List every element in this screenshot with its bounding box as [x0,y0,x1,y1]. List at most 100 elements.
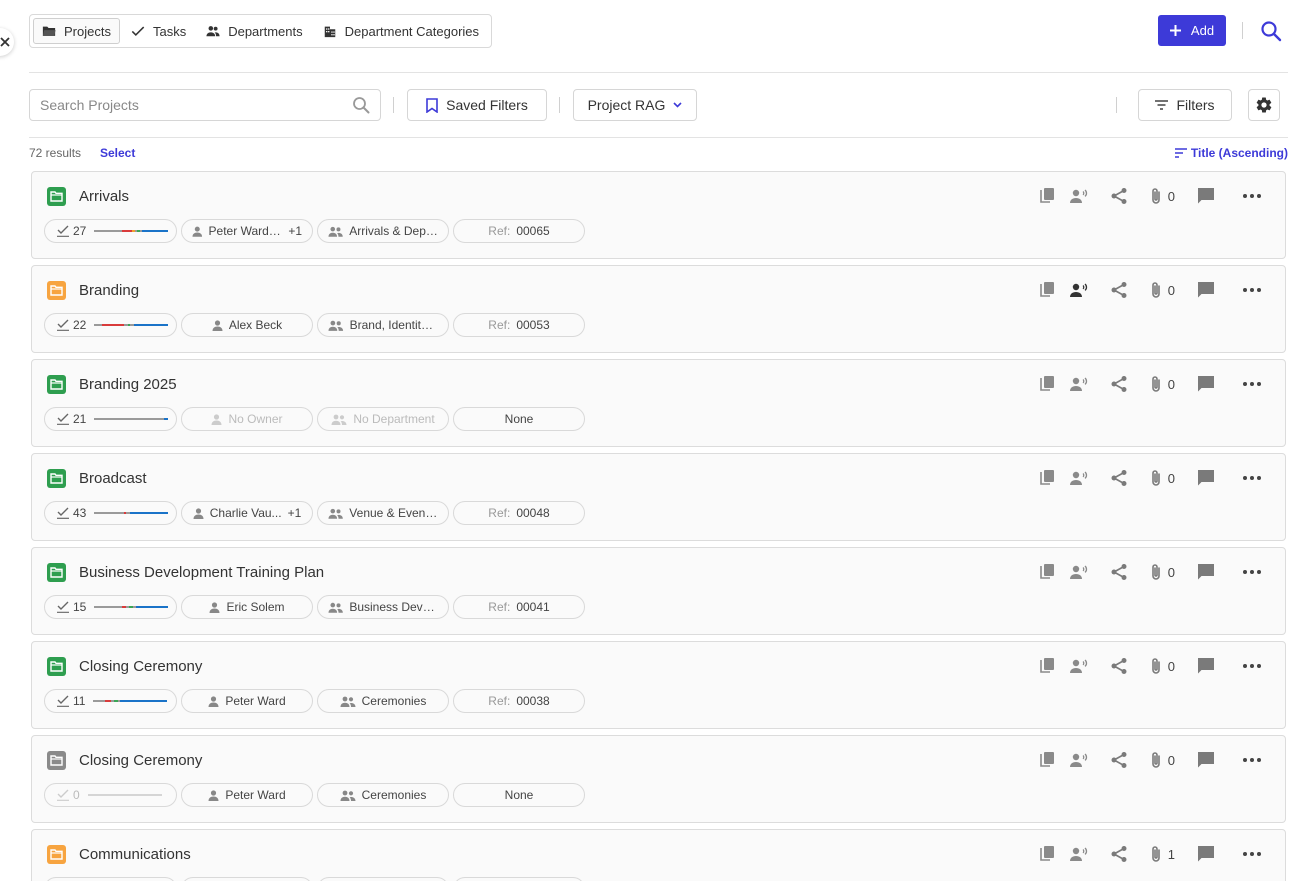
owner-pill[interactable]: Alex Beck [181,313,313,337]
sort-button[interactable]: Title (Ascending) [1174,146,1288,160]
assign-voice-button[interactable] [1069,752,1088,768]
more-options-button[interactable] [1243,476,1261,480]
owner-pill[interactable]: Peter Ward [181,783,313,807]
more-options-button[interactable] [1243,194,1261,198]
comments-button[interactable] [1197,657,1215,675]
owner-pill[interactable]: No Owner [181,407,313,431]
department-pill[interactable]: Venue & Event ... [317,501,449,525]
reference-pill[interactable]: Ref: 00048 [453,501,585,525]
comments-button[interactable] [1197,187,1215,205]
task-progress-pill[interactable]: 27 [44,219,177,243]
reference-pill[interactable]: Ref: 00038 [453,689,585,713]
duplicate-button[interactable] [1038,281,1056,299]
project-title[interactable]: Arrivals [79,188,129,205]
project-title[interactable]: Closing Ceremony [79,752,202,769]
department-pill[interactable]: Ceremonies [317,783,449,807]
share-button[interactable] [1110,657,1128,675]
project-title[interactable]: Broadcast [79,470,147,487]
comments-button[interactable] [1197,375,1215,393]
duplicate-button[interactable] [1038,845,1056,863]
task-progress-pill[interactable]: 22 [44,313,177,337]
settings-button[interactable] [1248,89,1280,121]
search-input[interactable] [40,97,352,113]
attachments-button[interactable]: 0 [1150,657,1175,675]
more-options-button[interactable] [1243,382,1261,386]
assign-voice-button[interactable] [1069,846,1088,862]
more-options-button[interactable] [1243,852,1261,856]
owner-pill[interactable]: Peter Ward, ... +1 [181,219,313,243]
global-search-button[interactable] [1259,19,1283,43]
reference-pill[interactable]: None [453,407,585,431]
reference-pill[interactable]: Ref: 00041 [453,595,585,619]
comments-button[interactable] [1197,281,1215,299]
project-rag-dropdown[interactable]: Project RAG [573,89,697,121]
comments-button[interactable] [1197,751,1215,769]
assign-voice-button[interactable] [1069,376,1088,392]
department-pill[interactable] [317,877,449,881]
duplicate-button[interactable] [1038,187,1056,205]
comments-button[interactable] [1197,563,1215,581]
owner-pill[interactable]: Charlie Vau... +1 [181,501,313,525]
task-progress-pill[interactable] [44,877,177,881]
share-button[interactable] [1110,751,1128,769]
more-options-button[interactable] [1243,288,1261,292]
project-title[interactable]: Branding 2025 [79,376,177,393]
project-card[interactable]: Closing Ceremony 0 11 Peter Ward Ceremonies R… [31,641,1286,729]
task-progress-pill[interactable]: 11 [44,689,177,713]
project-title[interactable]: Branding [79,282,139,299]
attachments-button[interactable]: 1 [1150,845,1175,863]
share-button[interactable] [1110,469,1128,487]
share-button[interactable] [1110,563,1128,581]
project-card[interactable]: Branding 0 22 Alex Beck Brand, Identity ... R… [31,265,1286,353]
select-link[interactable]: Select [100,146,135,160]
share-button[interactable] [1110,187,1128,205]
task-progress-pill[interactable]: 43 [44,501,177,525]
project-card[interactable]: Business Development Training Plan 0 15 Eri… [31,547,1286,635]
assign-voice-button[interactable] [1069,282,1088,298]
attachments-button[interactable]: 0 [1150,281,1175,299]
filters-button[interactable]: Filters [1138,89,1232,121]
more-options-button[interactable] [1243,758,1261,762]
assign-voice-button[interactable] [1069,188,1088,204]
department-pill[interactable]: Ceremonies [317,689,449,713]
task-progress-pill[interactable]: 15 [44,595,177,619]
attachments-button[interactable]: 0 [1150,187,1175,205]
comments-button[interactable] [1197,845,1215,863]
reference-pill[interactable] [453,877,585,881]
project-title[interactable]: Business Development Training Plan [79,564,324,581]
share-button[interactable] [1110,845,1128,863]
department-pill[interactable]: Business Devel... [317,595,449,619]
add-button[interactable]: Add [1158,15,1226,46]
search-projects-field[interactable] [29,89,381,121]
reference-pill[interactable]: Ref: 00065 [453,219,585,243]
department-pill[interactable]: Arrivals & Depa... [317,219,449,243]
duplicate-button[interactable] [1038,563,1056,581]
project-card[interactable]: Closing Ceremony 0 0 Peter Ward Ceremonies No… [31,735,1286,823]
comments-button[interactable] [1197,469,1215,487]
attachments-button[interactable]: 0 [1150,751,1175,769]
duplicate-button[interactable] [1038,469,1056,487]
owner-pill[interactable]: Peter Ward [181,689,313,713]
department-pill[interactable]: Brand, Identity ... [317,313,449,337]
project-card[interactable]: Arrivals 0 27 Peter Ward, ... +1 Arrivals & D… [31,171,1286,259]
reference-pill[interactable]: None [453,783,585,807]
task-progress-pill[interactable]: 21 [44,407,177,431]
attachments-button[interactable]: 0 [1150,563,1175,581]
more-options-button[interactable] [1243,570,1261,574]
tab-department-categories[interactable]: Department Categories [314,18,488,44]
share-button[interactable] [1110,281,1128,299]
attachments-button[interactable]: 0 [1150,375,1175,393]
assign-voice-button[interactable] [1069,470,1088,486]
duplicate-button[interactable] [1038,751,1056,769]
owner-pill[interactable] [181,877,313,881]
owner-pill[interactable]: Eric Solem [181,595,313,619]
assign-voice-button[interactable] [1069,564,1088,580]
assign-voice-button[interactable] [1069,658,1088,674]
duplicate-button[interactable] [1038,375,1056,393]
share-button[interactable] [1110,375,1128,393]
project-title[interactable]: Communications [79,846,191,863]
reference-pill[interactable]: Ref: 00053 [453,313,585,337]
tab-projects[interactable]: Projects [33,18,120,44]
department-pill[interactable]: No Department [317,407,449,431]
project-card[interactable]: Branding 2025 0 21 No Owner No Department Non… [31,359,1286,447]
